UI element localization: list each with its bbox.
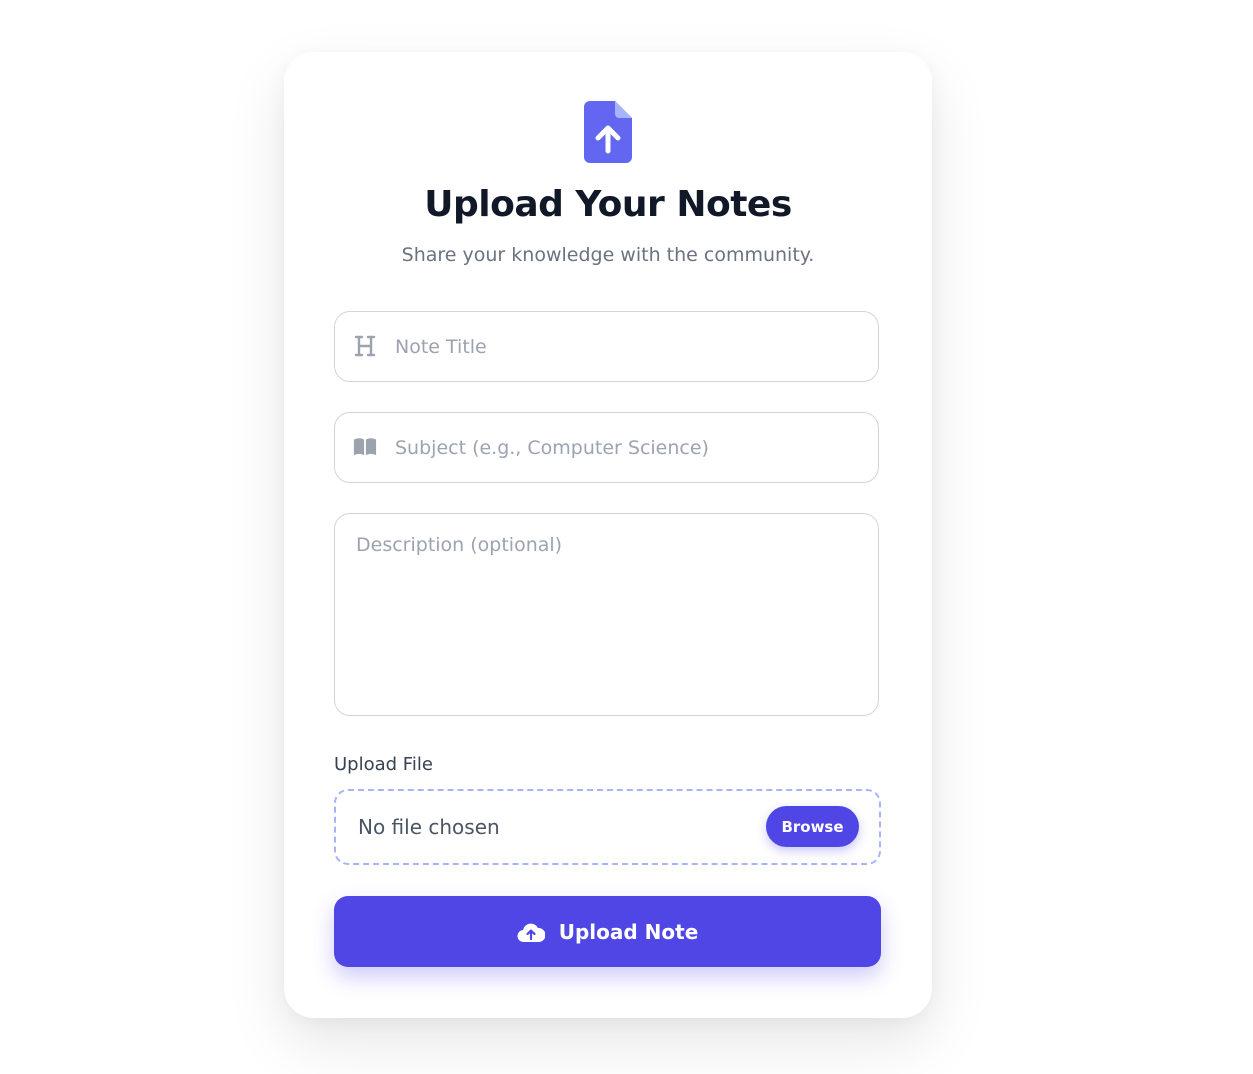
subject-field[interactable]: [334, 412, 879, 483]
description-field[interactable]: [334, 513, 879, 716]
description-textarea[interactable]: [335, 514, 878, 715]
note-title-field[interactable]: [334, 311, 879, 382]
file-dropzone[interactable]: No file chosen Browse: [334, 789, 881, 865]
upload-file-label: Upload File: [334, 754, 433, 775]
upload-card: Upload Your Notes Share your knowledge w…: [284, 52, 932, 1018]
book-icon: [353, 438, 377, 456]
cloud-upload-icon: [517, 923, 545, 942]
file-upload-icon: [584, 101, 632, 163]
heading-icon: [354, 335, 376, 357]
note-title-input[interactable]: [395, 312, 865, 381]
browse-button[interactable]: Browse: [766, 806, 859, 847]
subject-input[interactable]: [395, 413, 865, 482]
page-subtitle: Share your knowledge with the community.: [401, 244, 815, 266]
page-title: Upload Your Notes: [424, 184, 792, 225]
upload-note-button[interactable]: Upload Note: [334, 896, 881, 967]
upload-note-label: Upload Note: [558, 919, 699, 944]
file-status-text: No file chosen: [358, 815, 500, 839]
